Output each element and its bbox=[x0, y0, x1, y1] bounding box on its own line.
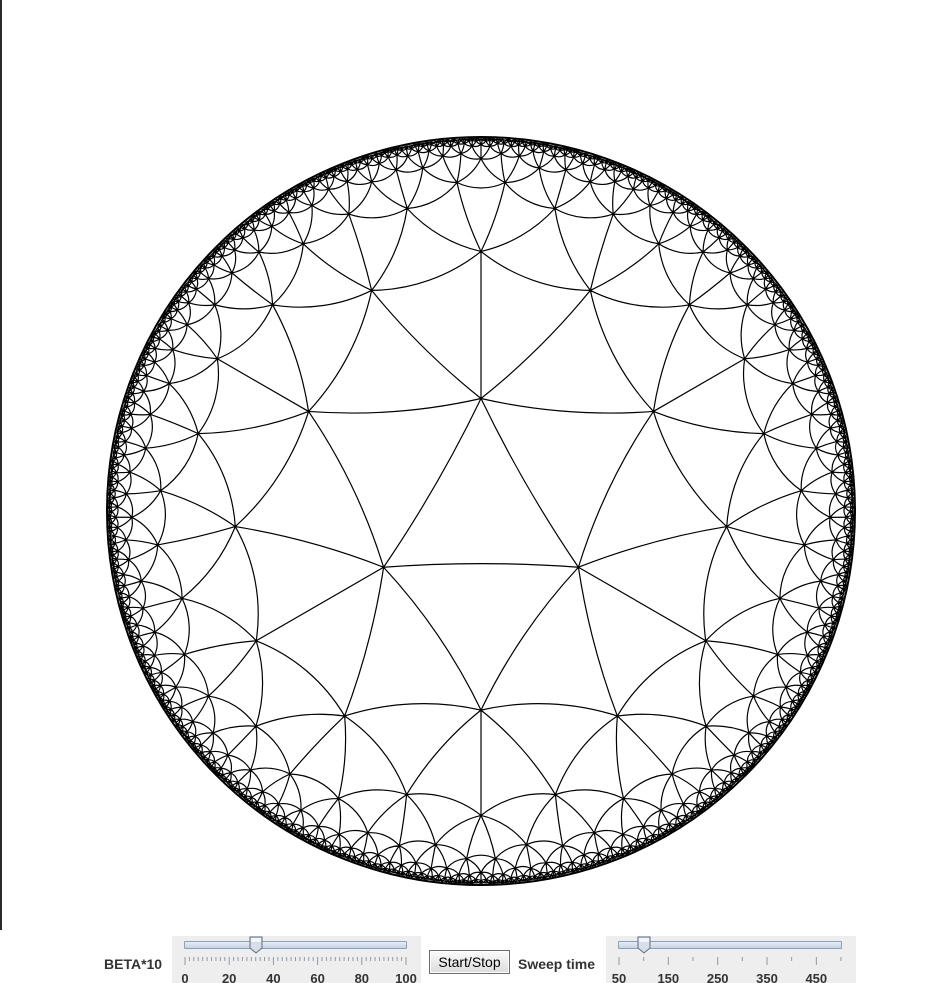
sweep-time-tick-label: 150 bbox=[657, 971, 680, 983]
app-window: BETA*10 0 20 40 60 80 100 Start/Stop Sweep ti… bbox=[0, 0, 952, 983]
beta-slider[interactable]: 0 20 40 60 80 100 bbox=[172, 936, 421, 983]
beta-tick-label: 20 bbox=[221, 971, 237, 983]
beta-tick-label: 40 bbox=[266, 971, 281, 983]
sweep-time-tick-label: 350 bbox=[756, 971, 778, 983]
beta-tick-label: 60 bbox=[310, 971, 325, 983]
sweep-time-tick-label: 50 bbox=[611, 971, 627, 983]
sweep-time-tick-label: 250 bbox=[706, 971, 729, 983]
beta-slider-track[interactable] bbox=[184, 941, 407, 949]
hyperbolic-tiling-canvas bbox=[106, 136, 856, 886]
control-panel: BETA*10 0 20 40 60 80 100 Start/Stop Sweep ti… bbox=[0, 930, 952, 983]
beta-slider-thumb[interactable] bbox=[249, 936, 263, 954]
sweep-time-slider[interactable]: 50 150 250 350 450 bbox=[606, 936, 856, 983]
sweep-time-label: Sweep time bbox=[518, 956, 596, 972]
beta-slider-label: BETA*10 bbox=[104, 956, 163, 972]
beta-tick-label: 100 bbox=[395, 971, 417, 983]
start-stop-button[interactable]: Start/Stop bbox=[429, 950, 510, 974]
beta-tick-label: 0 bbox=[181, 971, 189, 983]
sweep-time-slider-thumb[interactable] bbox=[637, 936, 651, 954]
tiling-mesh-lines bbox=[107, 137, 855, 885]
sweep-time-tick-label: 450 bbox=[805, 971, 828, 983]
beta-tick-label: 80 bbox=[354, 971, 370, 983]
sweep-time-slider-track[interactable] bbox=[618, 941, 842, 949]
